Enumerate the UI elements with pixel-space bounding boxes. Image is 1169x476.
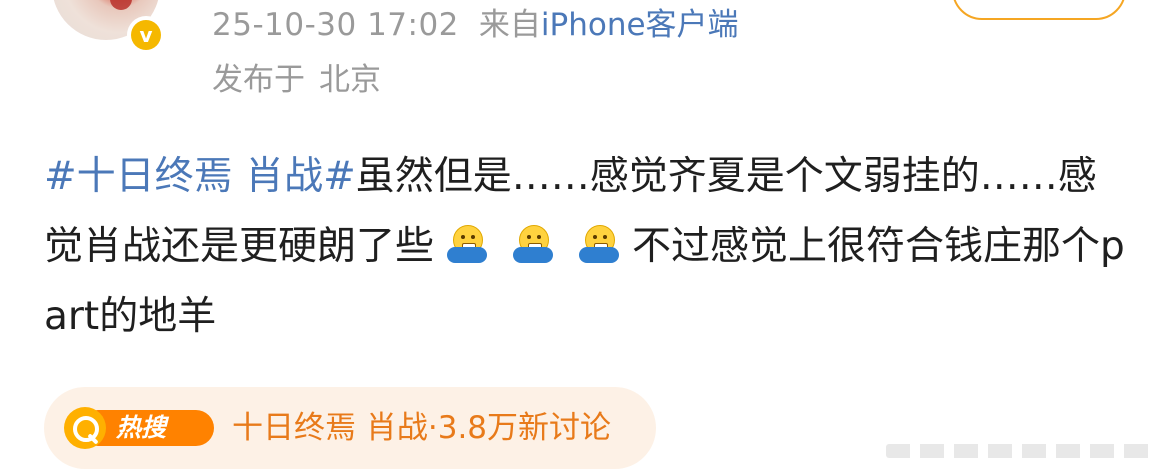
watermark [886,432,1166,468]
source-prefix: 来自 [478,7,541,43]
location-name: 北京 [319,62,381,98]
verified-badge-mark: v [131,20,161,50]
topic-hashtag-link[interactable]: #十日终焉 肖战# [44,154,356,199]
post-location: 发布于 北京 [212,58,381,102]
location-prefix: 发布于 [212,62,305,98]
follow-button[interactable] [952,0,1126,20]
hot-badge-label: 热搜 [116,413,167,442]
hand-over-mouth-emoji-icon [513,225,554,265]
hot-topic-discussion-count: 3.8万新讨论 [437,410,612,446]
hot-search-topic: 十日终焉 肖战·3.8万新讨论 [232,405,611,451]
post-meta: 25-10-30 17:02 来自iPhone客户端 [212,3,739,47]
post-content: #十日终焉 肖战#虽然但是……感觉齐夏是个文弱挂的……感觉肖战还是更硬朗了些 不过… [44,142,1134,352]
hot-search-chip[interactable]: 热搜 十日终焉 肖战·3.8万新讨论 [44,387,656,469]
post-timestamp: 25-10-30 17:02 [212,7,459,43]
hand-over-mouth-emoji-icon [579,225,620,265]
hot-search-badge: 热搜 [64,407,216,449]
hand-over-mouth-emoji-icon [447,225,488,265]
source-device-link[interactable]: iPhone客户端 [541,7,739,43]
hot-topic-separator: · [427,410,438,446]
verified-badge-icon: v [127,16,165,54]
hot-topic-title: 十日终焉 肖战 [232,410,428,446]
avatar-image-detail [110,0,132,10]
search-icon [64,407,106,449]
